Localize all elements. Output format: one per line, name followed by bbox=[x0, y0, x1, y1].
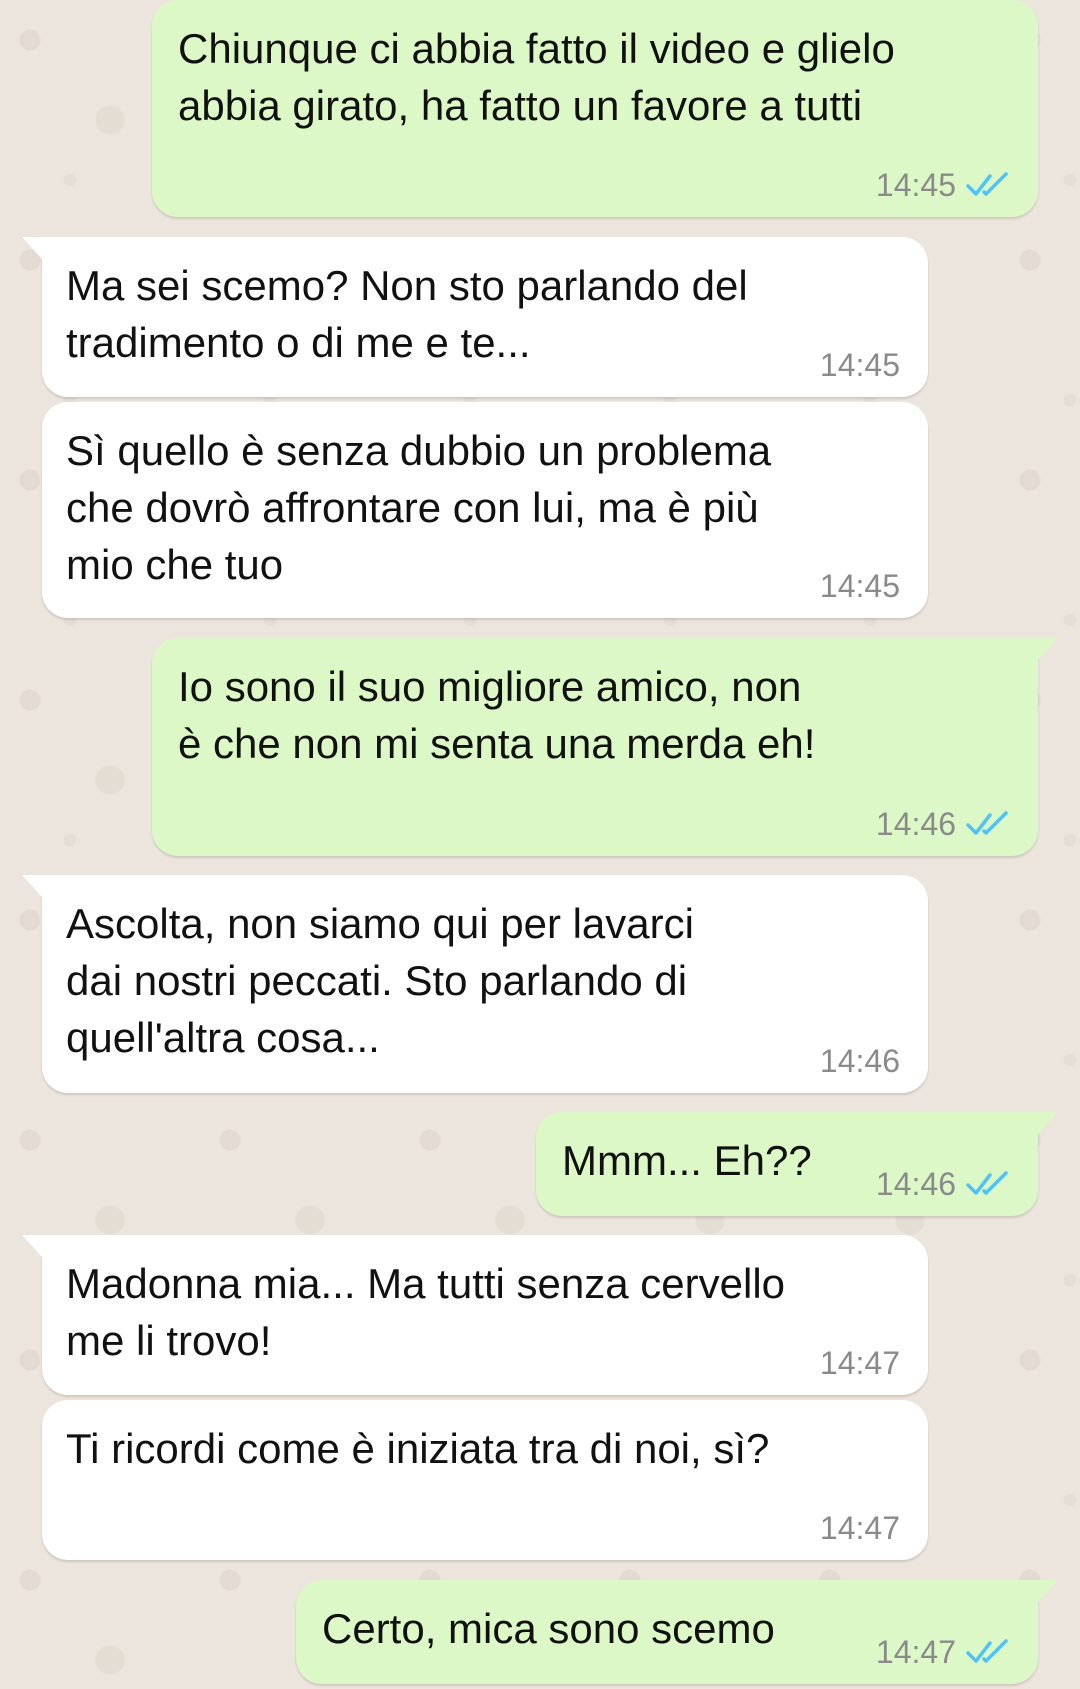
message-meta: 14:47 bbox=[876, 1632, 1010, 1672]
message-text: Certo, mica sono scemo bbox=[322, 1605, 775, 1652]
double-check-read-icon bbox=[966, 172, 1008, 196]
message-text: Chiunque ci abbia fatto il video e gliel… bbox=[178, 25, 895, 129]
double-check-read-icon bbox=[966, 1171, 1008, 1195]
message-bubble-incoming[interactable]: Ascolta, non siamo qui per lavarci dai n… bbox=[22, 875, 928, 1093]
message-meta: 14:45 bbox=[820, 345, 900, 385]
message-bubble-incoming[interactable]: Sì quello è senza dubbio un problema che… bbox=[42, 402, 928, 618]
message-bubble-incoming[interactable]: Madonna mia... Ma tutti senza cervello m… bbox=[22, 1235, 928, 1395]
message-time: 14:45 bbox=[819, 347, 900, 383]
message-meta: 14:46 bbox=[876, 1164, 1010, 1204]
message-text: Sì quello è senza dubbio un problema che… bbox=[66, 427, 772, 588]
message-meta: 14:47 bbox=[820, 1508, 900, 1548]
message-time: 14:45 bbox=[819, 568, 900, 604]
message-meta: 14:46 bbox=[820, 1041, 900, 1081]
message-time: 14:47 bbox=[875, 1634, 956, 1670]
message-bubble-outgoing[interactable]: Chiunque ci abbia fatto il video e gliel… bbox=[152, 0, 1038, 217]
message-text: Ti ricordi come è iniziata tra di noi, s… bbox=[66, 1425, 770, 1472]
message-time: 14:47 bbox=[819, 1510, 900, 1546]
message-time: 14:47 bbox=[819, 1345, 900, 1381]
message-time: 14:45 bbox=[875, 167, 956, 203]
message-meta: 14:45 bbox=[876, 165, 1010, 205]
chat-conversation: Chiunque ci abbia fatto il video e gliel… bbox=[0, 0, 1080, 1689]
message-bubble-outgoing[interactable]: Io sono il suo migliore amico, non è che… bbox=[152, 638, 1058, 856]
message-meta: 14:45 bbox=[820, 566, 900, 606]
message-time: 14:46 bbox=[819, 1043, 900, 1079]
message-bubble-incoming[interactable]: Ti ricordi come è iniziata tra di noi, s… bbox=[42, 1400, 928, 1560]
message-text: Mmm... Eh?? bbox=[562, 1137, 812, 1184]
message-meta: 14:47 bbox=[820, 1343, 900, 1383]
message-time: 14:46 bbox=[875, 806, 956, 842]
message-bubble-outgoing[interactable]: Mmm... Eh?? 14:46 bbox=[536, 1112, 1058, 1216]
message-meta: 14:46 bbox=[876, 804, 1010, 844]
message-text: Ascolta, non siamo qui per lavarci dai n… bbox=[66, 900, 694, 1061]
message-text: Ma sei scemo? Non sto parlando del tradi… bbox=[66, 262, 748, 366]
message-text: Madonna mia... Ma tutti senza cervello m… bbox=[66, 1260, 786, 1364]
message-time: 14:46 bbox=[875, 1166, 956, 1202]
message-bubble-outgoing[interactable]: Certo, mica sono scemo 14:47 bbox=[296, 1580, 1058, 1684]
double-check-read-icon bbox=[966, 1639, 1008, 1663]
message-text: Io sono il suo migliore amico, non è che… bbox=[178, 663, 816, 767]
double-check-read-icon bbox=[966, 811, 1008, 835]
message-bubble-incoming[interactable]: Ma sei scemo? Non sto parlando del tradi… bbox=[22, 237, 928, 397]
